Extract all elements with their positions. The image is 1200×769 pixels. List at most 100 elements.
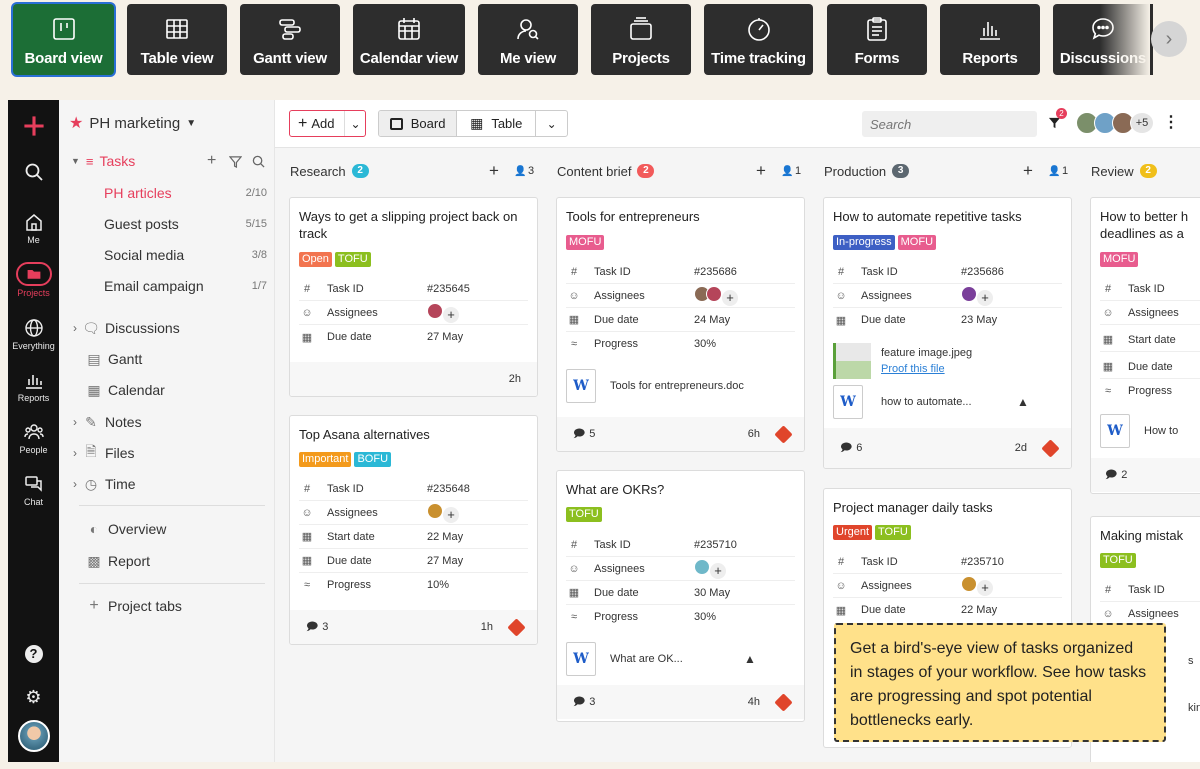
sidebar-item-discussions[interactable]: › 🗨 Discussions [73,316,289,340]
tag-tofu: TOFU [334,252,371,267]
attached-file[interactable]: Whow to automate... ▲ [833,384,1062,420]
sidebar-item-time[interactable]: › ◷ Time [73,472,289,496]
table-view-toggle[interactable]: ▦ Table [457,111,537,136]
add-assignee-icon[interactable]: + [443,306,459,323]
rail-people[interactable]: People [8,422,59,455]
avatar [17,720,50,752]
rail-projects[interactable]: Projects [8,262,59,298]
chevron-right-icon: › [73,446,77,460]
attached-image[interactable]: feature image.jpeg Proof this file [833,343,1062,379]
projects-icon [630,17,652,40]
task-card[interactable]: Ways to get a slipping project back on t… [289,197,538,397]
add-assignee-icon[interactable]: + [977,579,993,596]
avatar [427,502,443,519]
sidebar-item-files[interactable]: › 🗎 Files [73,441,289,465]
add-assignee-icon[interactable]: + [977,289,993,306]
more-options-icon[interactable]: ⋮ [1163,112,1179,132]
sidebar-item-overview[interactable]: ◐ Overview [86,517,302,541]
task-card[interactable]: What are OKRs? TOFU # Task ID #235710 ☺ Ass… [556,470,805,722]
rail-reports[interactable]: Reports [8,370,59,403]
rail-add-button[interactable] [8,114,59,141]
task-card[interactable]: Tools for entrepreneurs MOFU # Task ID #23… [556,197,805,452]
field-start-date: ▦ Start date 22 May [299,525,528,549]
attached-file[interactable]: W Tools for entrepreneurs.doc [566,368,795,404]
field-task-id: # Task ID #235648 [299,477,528,501]
drive-icon: ▲ [1017,395,1029,409]
search-icon[interactable] [252,155,265,168]
sidebar-item-social-media[interactable]: Social media 3/8 [104,243,275,267]
sidebar-project-tabs[interactable]: + Project tabs [86,594,302,618]
hash-icon: # [570,538,578,551]
filter-button[interactable]: 2 [1048,108,1067,134]
tab-gantt-view[interactable]: Gantt view [240,4,340,75]
chat-icon [24,476,42,492]
tab-reports[interactable]: Reports [940,4,1040,75]
word-doc-icon: W [1100,414,1130,448]
rail-help-button[interactable]: ? [8,645,59,663]
avatar [427,302,443,319]
people-icon: ☺ [1102,608,1114,620]
add-task-list-icon[interactable]: + [207,152,216,170]
task-card[interactable]: How to automate repetitive tasks In-prog… [823,197,1072,469]
add-task-icon[interactable]: + [489,161,499,181]
tab-calendar-view[interactable]: Calendar view [353,4,465,75]
task-card[interactable]: Top Asana alternatives Important BOFU # Ta… [289,415,538,645]
add-assignee-icon[interactable]: + [722,289,738,306]
sidebar-item-gantt[interactable]: ▤ Gantt [86,347,302,371]
attached-file[interactable]: W What are OK... ▲ [566,641,795,677]
sidebar-item-report[interactable]: ▩ Report [86,549,302,573]
image-thumbnail [833,343,871,379]
priority-icon [774,424,793,444]
sidebar-item-ph-articles[interactable]: PH articles 2/10 [104,181,275,205]
view-more-dropdown[interactable]: ⌄ [536,111,567,136]
chevron-down-icon[interactable]: ⌄ [344,111,366,136]
field-due-date: ▦ Due date 23 May [833,308,1062,332]
priority-icon [507,617,526,637]
sidebar-item-email-campaign[interactable]: Email campaign 1/7 [104,274,275,298]
add-task-icon[interactable]: + [756,161,766,181]
sidebar-item-notes[interactable]: › ✎ Notes [73,410,289,434]
add-button[interactable]: + Add ⌄ [289,110,366,137]
calendar-icon: ▦ [568,314,580,326]
sidebar-item-calendar[interactable]: ▦ Calendar [86,378,302,402]
rail-search-button[interactable] [8,162,59,185]
tab-table-view[interactable]: Table view [127,4,227,75]
add-assignee-icon[interactable]: + [443,506,459,523]
add-task-icon[interactable]: + [1023,161,1033,181]
rail-user-avatar[interactable] [8,720,59,752]
rail-settings-button[interactable]: ⚙ [8,687,59,707]
next-tabs-button[interactable]: › [1151,21,1187,57]
me-icon [517,19,539,40]
folder-icon [15,262,52,286]
field-assignees: ☺ Assignees [1100,301,1200,325]
tasks-section[interactable]: ▼ ≡ Tasks + [71,149,275,173]
project-selector[interactable]: ★ PH marketing ▼ [69,111,285,135]
project-sidebar: ★ PH marketing ▼ ▼ ≡ Tasks + PH articles… [59,100,275,762]
tab-board-view[interactable]: Board view [13,4,114,75]
add-assignee-icon[interactable]: + [710,562,726,579]
rail-me[interactable]: Me [8,212,59,245]
tab-time-tracking[interactable]: Time tracking [704,4,813,75]
card-text-fragment: king [1188,702,1200,714]
task-card[interactable]: How to better h deadlines as a MOFU # Task… [1090,197,1200,494]
sidebar-divider [79,505,265,506]
chevron-right-icon: › [73,415,77,429]
tab-projects[interactable]: Projects [591,4,691,75]
field-assignees: ☺ Assignees + [299,501,528,525]
filter-icon[interactable] [229,155,242,168]
gear-icon: ⚙ [25,687,42,707]
board-view-toggle[interactable]: Board [379,111,458,136]
attached-file[interactable]: W How to [1100,413,1178,449]
rail-everything[interactable]: Everything [8,318,59,351]
member-avatars[interactable]: +5 [1076,112,1154,134]
tab-forms[interactable]: Forms [827,4,927,75]
tab-me-view[interactable]: Me view [478,4,578,75]
proof-file-link[interactable]: Proof this file [881,363,945,375]
board-icon [389,117,403,130]
rail-chat[interactable]: Chat [8,474,59,507]
calendar-icon: ▦ [301,555,313,567]
more-members-badge: +5 [1130,112,1154,134]
search-input[interactable] [862,111,1037,137]
sidebar-item-guest-posts[interactable]: Guest posts 5/15 [104,212,275,236]
comment-icon: 🗩 [306,620,319,633]
